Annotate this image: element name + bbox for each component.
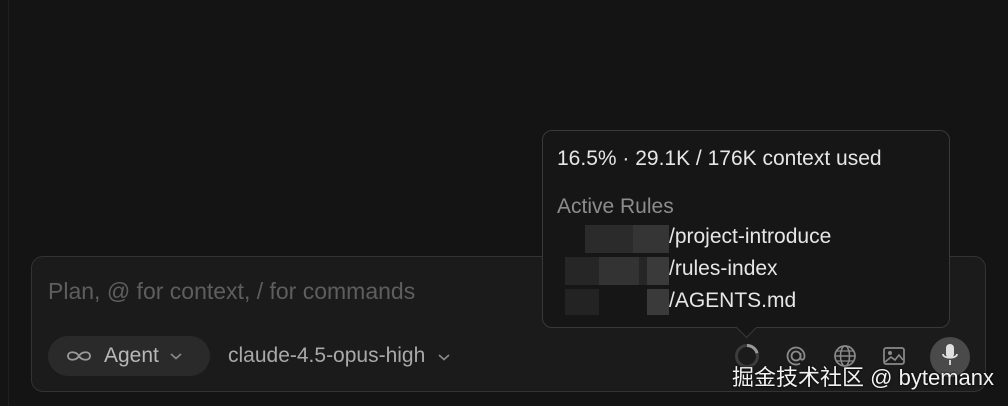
app-window: Agent claude-4.5-opus-high bbox=[0, 0, 1008, 406]
active-rules-heading: Active Rules bbox=[557, 195, 674, 218]
context-usage-tooltip: 16.5% · 29.1K / 176K context used Active… bbox=[542, 130, 950, 339]
panel-divider bbox=[8, 0, 9, 406]
chevron-down-icon bbox=[437, 344, 451, 368]
agent-mode-button[interactable]: Agent bbox=[48, 336, 210, 376]
prompt-input[interactable] bbox=[48, 275, 548, 307]
rule-name: /AGENTS.md bbox=[669, 289, 797, 312]
chevron-down-icon bbox=[169, 351, 183, 361]
rule-name: /rules-index bbox=[669, 257, 778, 280]
redacted-path bbox=[557, 257, 669, 285]
watermark: 掘金技术社区 @ bytemanx bbox=[732, 365, 994, 390]
context-usage-text: 16.5% · 29.1K / 176K context used bbox=[557, 147, 882, 170]
infinity-icon bbox=[64, 348, 94, 364]
model-selector[interactable]: claude-4.5-opus-high bbox=[228, 336, 451, 376]
model-label: claude-4.5-opus-high bbox=[228, 344, 426, 367]
agent-mode-label: Agent bbox=[104, 344, 159, 367]
redacted-path bbox=[557, 225, 669, 253]
rule-name: /project-introduce bbox=[669, 225, 832, 248]
redacted-path bbox=[557, 289, 669, 317]
